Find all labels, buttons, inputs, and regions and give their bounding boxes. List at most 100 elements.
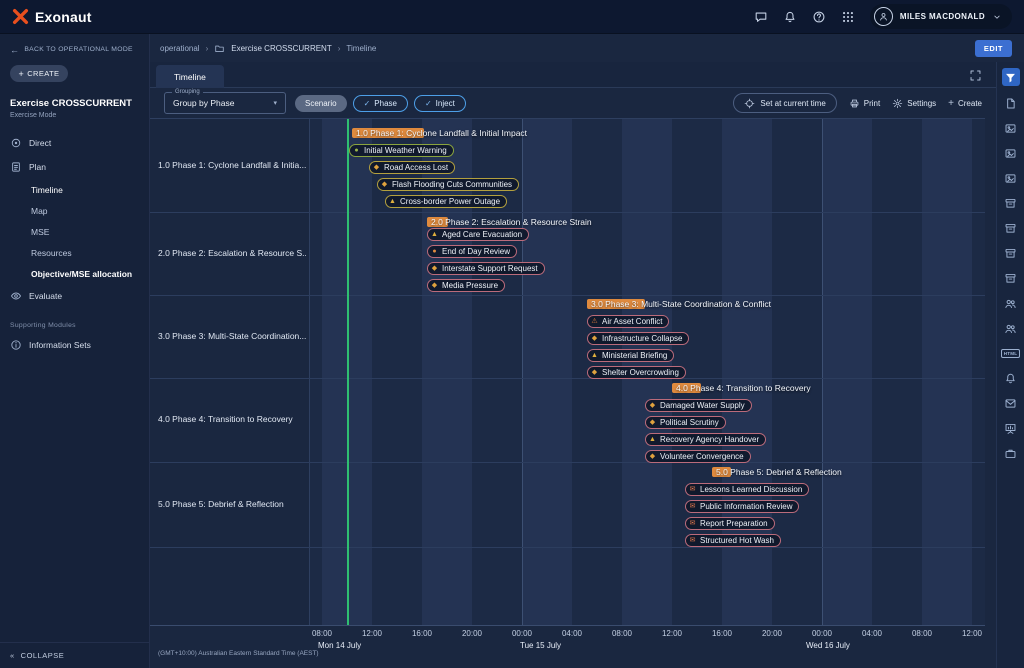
help-icon[interactable] — [812, 10, 826, 24]
user-menu[interactable]: MILES MACDONALD — [870, 4, 1012, 29]
inject-chip[interactable]: ●End of Day Review — [427, 245, 517, 258]
filter-chip-inject[interactable]: ✓Inject — [414, 95, 466, 112]
inject-chip[interactable]: ⚠Air Asset Conflict — [587, 315, 669, 328]
settings-button[interactable]: Settings — [892, 98, 936, 109]
inject-type-icon: ✉ — [688, 536, 697, 545]
row-separator — [150, 212, 985, 213]
inject-chip[interactable]: ✉Public Information Review — [685, 500, 799, 513]
bell-icon[interactable] — [1003, 370, 1019, 386]
filter-chip-scenario[interactable]: Scenario — [295, 95, 347, 112]
users-icon[interactable] — [1003, 295, 1019, 311]
plus-icon: + — [19, 70, 25, 78]
breadcrumb-operational[interactable]: operational — [160, 44, 200, 53]
filter-icon[interactable] — [1002, 68, 1020, 86]
inject-chip[interactable]: ✉Structured Hot Wash — [685, 534, 781, 547]
exonaut-logo-icon — [12, 8, 29, 25]
inject-chip[interactable]: ▲Aged Care Evacuation — [427, 228, 529, 241]
mail-icon[interactable] — [1003, 395, 1019, 411]
inject-label: Damaged Water Supply — [660, 400, 745, 411]
inject-label: Recovery Agency Handover — [660, 434, 759, 445]
create-button[interactable]: + CREATE — [10, 65, 68, 82]
fullscreen-icon[interactable] — [969, 69, 982, 82]
filter-chip-phase[interactable]: ✓Phase — [353, 95, 408, 112]
inject-label: Flash Flooding Cuts Communities — [392, 179, 512, 190]
print-button[interactable]: Print — [849, 98, 880, 109]
phase-labels-column: 1.0 Phase 1: Cyclone Landfall & Initia..… — [150, 119, 310, 625]
inject-chip[interactable]: ▲Recovery Agency Handover — [645, 433, 766, 446]
time-band — [822, 119, 872, 625]
tab-timeline[interactable]: Timeline — [156, 65, 224, 88]
axis-day-label: Wed 16 July — [806, 641, 850, 650]
inject-label: Road Access Lost — [384, 162, 448, 173]
inject-chip[interactable]: ◆Shelter Overcrowding — [587, 366, 686, 379]
inject-label: Public Information Review — [700, 501, 792, 512]
archive-icon[interactable] — [1003, 195, 1019, 211]
create-inject-button[interactable]: + Create — [948, 99, 982, 108]
archive-icon-4[interactable] — [1003, 270, 1019, 286]
inject-chip[interactable]: ◆Flash Flooding Cuts Communities — [377, 178, 519, 191]
inject-chip[interactable]: ◆Political Scrutiny — [645, 416, 726, 429]
back-to-operational-mode-button[interactable]: ← BACK TO OPERATIONAL MODE — [0, 34, 149, 53]
sidebar-item-direct[interactable]: Direct — [0, 131, 149, 155]
inject-label: Volunteer Convergence — [660, 451, 744, 462]
sidebar-item-mse[interactable]: MSE — [0, 221, 149, 242]
sidebar-item-timeline[interactable]: Timeline — [0, 179, 149, 200]
sidebar-item-objective-mse-allocation[interactable]: Objective/MSE allocation — [0, 263, 149, 284]
inject-label: Cross-border Power Outage — [400, 196, 500, 207]
image-icon-2[interactable] — [1003, 145, 1019, 161]
archive-icon-3[interactable] — [1003, 245, 1019, 261]
file-icon[interactable] — [1003, 95, 1019, 111]
sidebar-item-information-sets[interactable]: Information Sets — [0, 333, 149, 357]
inject-label: Media Pressure — [442, 280, 498, 291]
phase-bar-label: 2.0 Phase 2: Escalation & Resource Strai… — [431, 217, 592, 227]
sidebar-item-resources[interactable]: Resources — [0, 242, 149, 263]
users-icon-2[interactable] — [1003, 320, 1019, 336]
inject-chip[interactable]: ◆Interstate Support Request — [427, 262, 545, 275]
sidebar-item-map[interactable]: Map — [0, 200, 149, 221]
axis-tick-label: 00:00 — [812, 629, 832, 638]
arrow-left-icon: ← — [10, 47, 19, 53]
archive-icon-2[interactable] — [1003, 220, 1019, 236]
inject-chip[interactable]: ▲Cross-border Power Outage — [385, 195, 507, 208]
grouping-select[interactable]: Grouping Group by Phase ▾ — [164, 92, 286, 114]
inject-type-icon: ◆ — [648, 452, 657, 461]
phase-bar-label: 1.0 Phase 1: Cyclone Landfall & Initial … — [356, 128, 527, 138]
apps-grid-icon[interactable] — [841, 10, 855, 24]
inject-chip[interactable]: ▲Ministerial Briefing — [587, 349, 674, 362]
brand[interactable]: Exonaut — [12, 8, 92, 25]
axis-tick-label: 12:00 — [962, 629, 982, 638]
inject-label: Air Asset Conflict — [602, 316, 662, 327]
inject-chip[interactable]: ◆Media Pressure — [427, 279, 505, 292]
timeline-plot[interactable]: 1.0 Phase 1: Cyclone Landfall & Initial … — [310, 119, 985, 625]
image-icon[interactable] — [1003, 120, 1019, 136]
chevron-right-icon: › — [338, 44, 341, 53]
brand-name: Exonaut — [35, 9, 92, 25]
edit-button[interactable]: EDIT — [975, 40, 1012, 57]
inject-label: Ministerial Briefing — [602, 350, 667, 361]
inject-chip[interactable]: ◆Volunteer Convergence — [645, 450, 751, 463]
html-icon[interactable]: HTML — [1003, 345, 1019, 361]
image-icon-3[interactable] — [1003, 170, 1019, 186]
chart-icon[interactable] — [1003, 420, 1019, 436]
chip-label: Phase — [374, 99, 397, 108]
sidebar-item-evaluate[interactable]: Evaluate — [0, 284, 149, 308]
plan-subnav: TimelineMapMSEResourcesObjective/MSE all… — [0, 179, 149, 284]
inject-label: Initial Weather Warning — [364, 145, 447, 156]
collapse-button[interactable]: « COLLAPSE — [0, 642, 149, 668]
inject-type-icon: ⚠ — [590, 317, 599, 326]
inject-chip[interactable]: ●Initial Weather Warning — [349, 144, 454, 157]
chat-icon[interactable] — [754, 10, 768, 24]
folder-icon — [214, 43, 225, 54]
inject-chip[interactable]: ◆Road Access Lost — [369, 161, 455, 174]
inject-chip[interactable]: ✉Report Preparation — [685, 517, 775, 530]
briefcase-icon[interactable] — [1003, 445, 1019, 461]
inject-chip[interactable]: ◆Damaged Water Supply — [645, 399, 752, 412]
breadcrumb-exercise[interactable]: Exercise CROSSCURRENT — [231, 44, 331, 53]
inject-label: Interstate Support Request — [442, 263, 538, 274]
toolbar-actions: Set at current time Print Settings + Cre… — [733, 93, 982, 113]
inject-chip[interactable]: ◆Infrastructure Collapse — [587, 332, 689, 345]
notifications-bell-icon[interactable] — [783, 10, 797, 24]
set-at-current-time-button[interactable]: Set at current time — [733, 93, 836, 113]
sidebar-item-plan[interactable]: Plan — [0, 155, 149, 179]
inject-chip[interactable]: ✉Lessons Learned Discussion — [685, 483, 809, 496]
